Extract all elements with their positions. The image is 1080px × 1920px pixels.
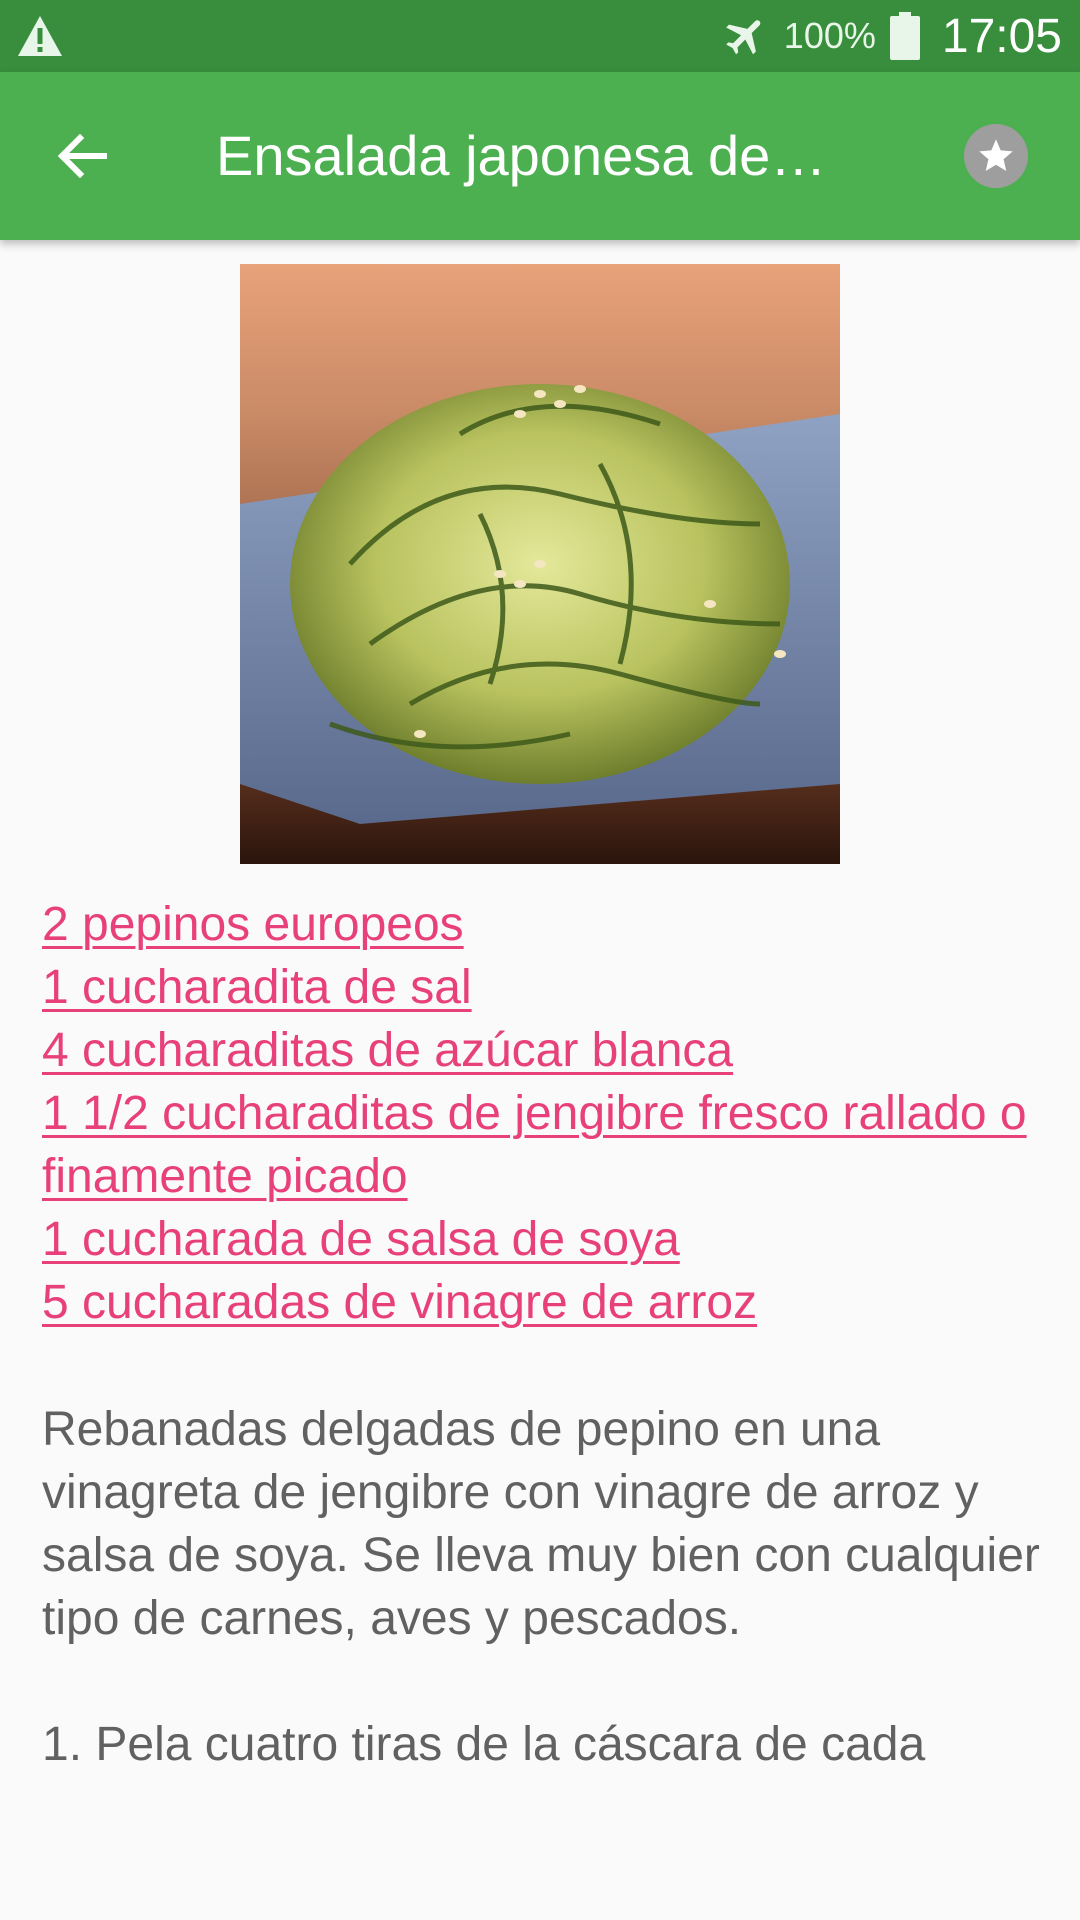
status-bar: 100% 17:05 [0, 0, 1080, 72]
battery-icon [889, 12, 920, 60]
warning-icon [18, 16, 62, 56]
ingredient-link[interactable]: 4 cucharaditas de azúcar blanca [42, 1019, 1042, 1082]
ingredient-link[interactable]: 2 pepinos europeos [42, 893, 1042, 956]
recipe-description: Rebanadas delgadas de pepino en una vina… [42, 1403, 1040, 1645]
page-title: Ensalada japonesa de… [216, 124, 827, 187]
recipe-photo [240, 264, 840, 864]
ingredient-link[interactable]: 1 cucharadita de sal [42, 956, 1042, 1019]
clock: 17:05 [941, 9, 1062, 63]
battery-percentage: 100% [783, 15, 876, 56]
favorite-button[interactable] [964, 124, 1028, 188]
status-indicators: 100% 17:05 [722, 0, 1062, 72]
star-icon [979, 139, 1013, 171]
ingredient-link[interactable]: 1 cucharada de salsa de soya [42, 1208, 1042, 1271]
ingredient-link[interactable]: 5 cucharadas de vinagre de arroz [42, 1271, 1042, 1334]
instruction-step: 1. Pela cuatro tiras de la cáscara de ca… [42, 1718, 926, 1771]
back-arrow-icon[interactable] [50, 124, 114, 188]
ingredient-link[interactable]: 1 1/2 cucharaditas de jengibre fresco ra… [42, 1082, 1042, 1208]
ingredient-list: 2 pepinos europeos 1 cucharadita de sal … [42, 893, 1042, 1334]
airplane-mode-icon [725, 20, 761, 55]
app-bar: Ensalada japonesa de… [0, 72, 1080, 240]
cucumber-salad-image [240, 264, 840, 864]
